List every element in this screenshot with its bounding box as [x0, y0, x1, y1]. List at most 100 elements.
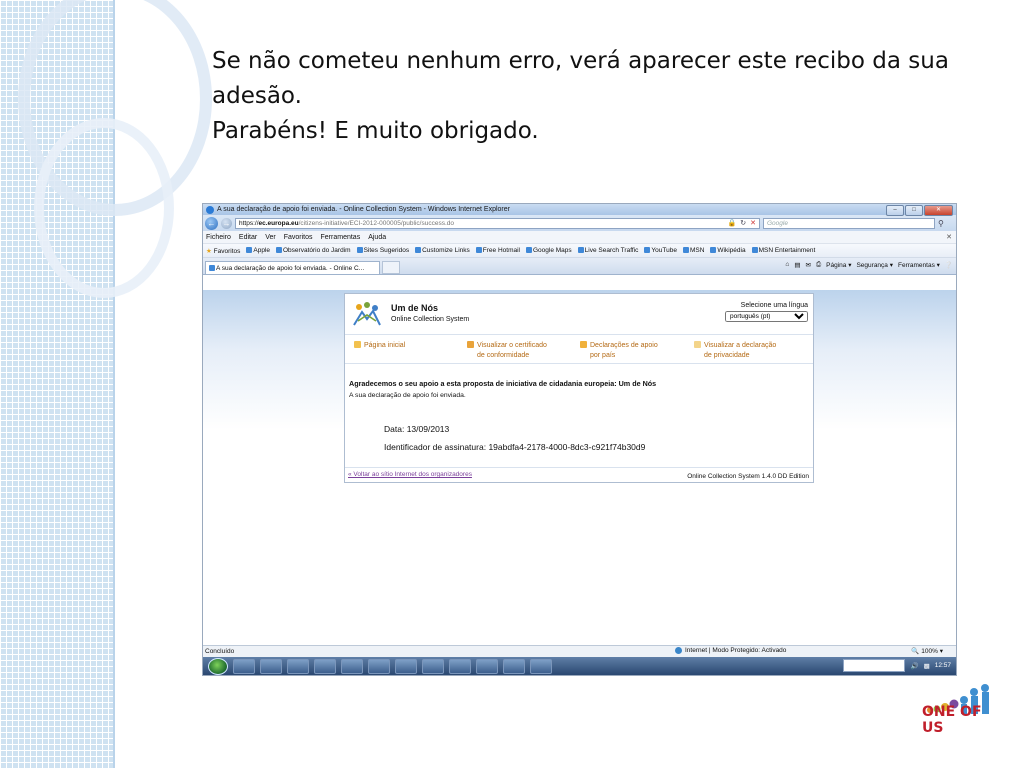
taskbar-app-button[interactable] [449, 658, 471, 674]
minimize-button[interactable]: – [886, 205, 904, 216]
fav-item-wikipedia[interactable]: Wikipédia [710, 247, 746, 254]
fav-label: MSN Entertainment [758, 247, 816, 254]
help-icon[interactable]: ❔ [945, 261, 953, 269]
page-icon [682, 247, 689, 254]
lock-icon[interactable]: 🔒 [728, 219, 737, 227]
taskbar-app-button[interactable] [287, 658, 309, 674]
search-icon[interactable]: ⚲ [938, 219, 944, 228]
back-button[interactable]: ← [205, 216, 218, 230]
new-tab-button[interactable] [382, 261, 400, 274]
address-row: ← → https://ec.europa.eu/citizens-initia… [203, 215, 956, 231]
fav-item-apple[interactable]: Apple [246, 247, 270, 254]
page-icon [475, 247, 482, 254]
zoom-control[interactable]: 🔍 100% ▾ [911, 647, 943, 655]
fav-item-google-maps[interactable]: Google Maps [526, 247, 572, 254]
taskbar-app-button[interactable] [503, 658, 525, 674]
network-icon[interactable]: ▩ [924, 662, 930, 670]
tab-title: A sua declaração de apoio foi enviada. -… [216, 264, 365, 272]
maximize-button[interactable]: □ [905, 205, 923, 216]
start-button[interactable] [208, 657, 228, 675]
home-icon[interactable]: ⌂ [785, 261, 789, 269]
print-icon[interactable]: ⎙ [816, 261, 821, 269]
fav-label: Free Hotmail [482, 247, 520, 254]
folder-icon [580, 341, 587, 348]
mail-icon[interactable]: ✉ [806, 261, 811, 269]
menu-bar: Ficheiro Editar Ver Favoritos Ferramenta… [203, 231, 956, 244]
nav-pagina-inicial[interactable]: Página inicial [354, 341, 405, 351]
feeds-icon[interactable]: ▤ [794, 261, 800, 269]
menu-ajuda[interactable]: Ajuda [368, 234, 386, 241]
tab-row: A sua declaração de apoio foi enviada. -… [203, 258, 956, 275]
browser-screenshot: A sua declaração de apoio foi enviada. -… [203, 204, 956, 675]
receipt-signature-row: Identificador de assinatura: 19abdfa4-21… [384, 438, 645, 456]
nav-privacidade[interactable]: Visualizar a declaração de privacidade [694, 341, 776, 361]
taskbar-app-button[interactable] [314, 658, 336, 674]
taskbar-app-button[interactable] [395, 658, 417, 674]
close-button[interactable]: ✕ [924, 205, 953, 216]
window-controls: – □ ✕ [886, 205, 953, 216]
fav-item-youtube[interactable]: YouTube [644, 247, 677, 254]
clock[interactable]: 12:57 [935, 662, 951, 669]
fav-item-live-search-traffic[interactable]: Live Search Traffic [577, 247, 638, 254]
taskbar-app-button[interactable] [260, 658, 282, 674]
signature-value: 19abdfa4-2178-4000-8dc3-c921f74b30d9 [488, 442, 646, 452]
fav-label: YouTube [651, 247, 677, 254]
language-select[interactable]: português (pt) [725, 311, 808, 322]
fav-item-customize-links[interactable]: Customize Links [415, 247, 470, 254]
address-bar[interactable]: https://ec.europa.eu/citizens-initiative… [235, 217, 760, 229]
fav-item-sites-sugeridos[interactable]: Sites Sugeridos [356, 247, 409, 254]
speaker-icon[interactable]: 🔊 [910, 662, 918, 670]
search-box[interactable]: Google [763, 217, 935, 229]
forward-button[interactable]: → [221, 217, 232, 229]
cmd-pagina[interactable]: Página ▾ [826, 261, 851, 269]
taskbar-app-button[interactable] [341, 658, 363, 674]
zone-text: Internet | Modo Protegido: Activado [685, 647, 787, 654]
taskbar-app-button[interactable] [233, 658, 255, 674]
favorites-button[interactable]: ★ Favoritos [206, 247, 240, 255]
stop-icon[interactable]: ✕ [750, 219, 756, 227]
nav-declaracoes[interactable]: Declarações de apoio por país [580, 341, 658, 361]
page-icon [526, 247, 532, 254]
tab-active[interactable]: A sua declaração de apoio foi enviada. -… [205, 261, 380, 274]
one-of-us-logo: ONE OF US [916, 682, 1006, 738]
taskbar-app-button[interactable] [422, 658, 444, 674]
address-scheme: https:// [239, 219, 259, 227]
refresh-icon[interactable]: ↻ [740, 219, 746, 227]
menu-ferramentas[interactable]: Ferramentas [321, 234, 361, 241]
menubar-close-icon[interactable]: ✕ [946, 233, 952, 241]
nav-certificado[interactable]: Visualizar o certificado de conformidade [467, 341, 547, 361]
window-title: A sua declaração de apoio foi enviada. -… [217, 206, 510, 213]
menu-editar[interactable]: Editar [239, 234, 257, 241]
taskbar-app-button[interactable] [368, 658, 390, 674]
menu-favoritos[interactable]: Favoritos [284, 234, 313, 241]
fav-item-msn[interactable]: MSN [682, 247, 705, 254]
nav-label: Declarações de apoio [590, 342, 658, 349]
star-icon: ★ [206, 247, 212, 255]
one-of-us-wordmark: ONE OF US [922, 704, 982, 736]
signature-label: Identificador de assinatura: [384, 442, 487, 452]
fav-label: Customize Links [422, 247, 470, 254]
nav-label-line2: de conformidade [477, 352, 530, 359]
cmd-seguranca[interactable]: Segurança ▾ [856, 261, 893, 269]
language-label: Selecione uma língua [740, 302, 808, 309]
favorites-bar: ★ Favoritos Apple Observatório do Jardim… [203, 244, 956, 258]
back-to-organizers-link[interactable]: « Voltar ao sítio Internet dos organizad… [348, 471, 472, 478]
taskbar-app-button[interactable] [476, 658, 498, 674]
taskbar-app-button[interactable] [530, 658, 552, 674]
fav-label: Wikipédia [717, 247, 746, 254]
receipt: Data: 13/09/2013 Identificador de assina… [384, 420, 645, 456]
taskbar-search-box[interactable] [843, 659, 906, 672]
certificate-icon [467, 341, 474, 348]
fav-item-free-hotmail[interactable]: Free Hotmail [475, 247, 520, 254]
cmd-ferramentas[interactable]: Ferramentas ▾ [898, 261, 940, 269]
fav-item-observatorio[interactable]: Observatório do Jardim [276, 247, 351, 254]
fav-item-msn-entertainment[interactable]: MSN Entertainment [751, 247, 816, 254]
menu-ficheiro[interactable]: Ficheiro [206, 234, 231, 241]
nav-label-line2: por país [590, 352, 616, 359]
address-host: ec.europa.eu [258, 219, 299, 227]
fav-label: MSN [689, 247, 705, 254]
fav-label: Google Maps [533, 247, 572, 254]
decorative-ring-small [34, 118, 174, 298]
security-zone[interactable]: Internet | Modo Protegido: Activado [675, 647, 786, 654]
menu-ver[interactable]: Ver [265, 234, 276, 241]
